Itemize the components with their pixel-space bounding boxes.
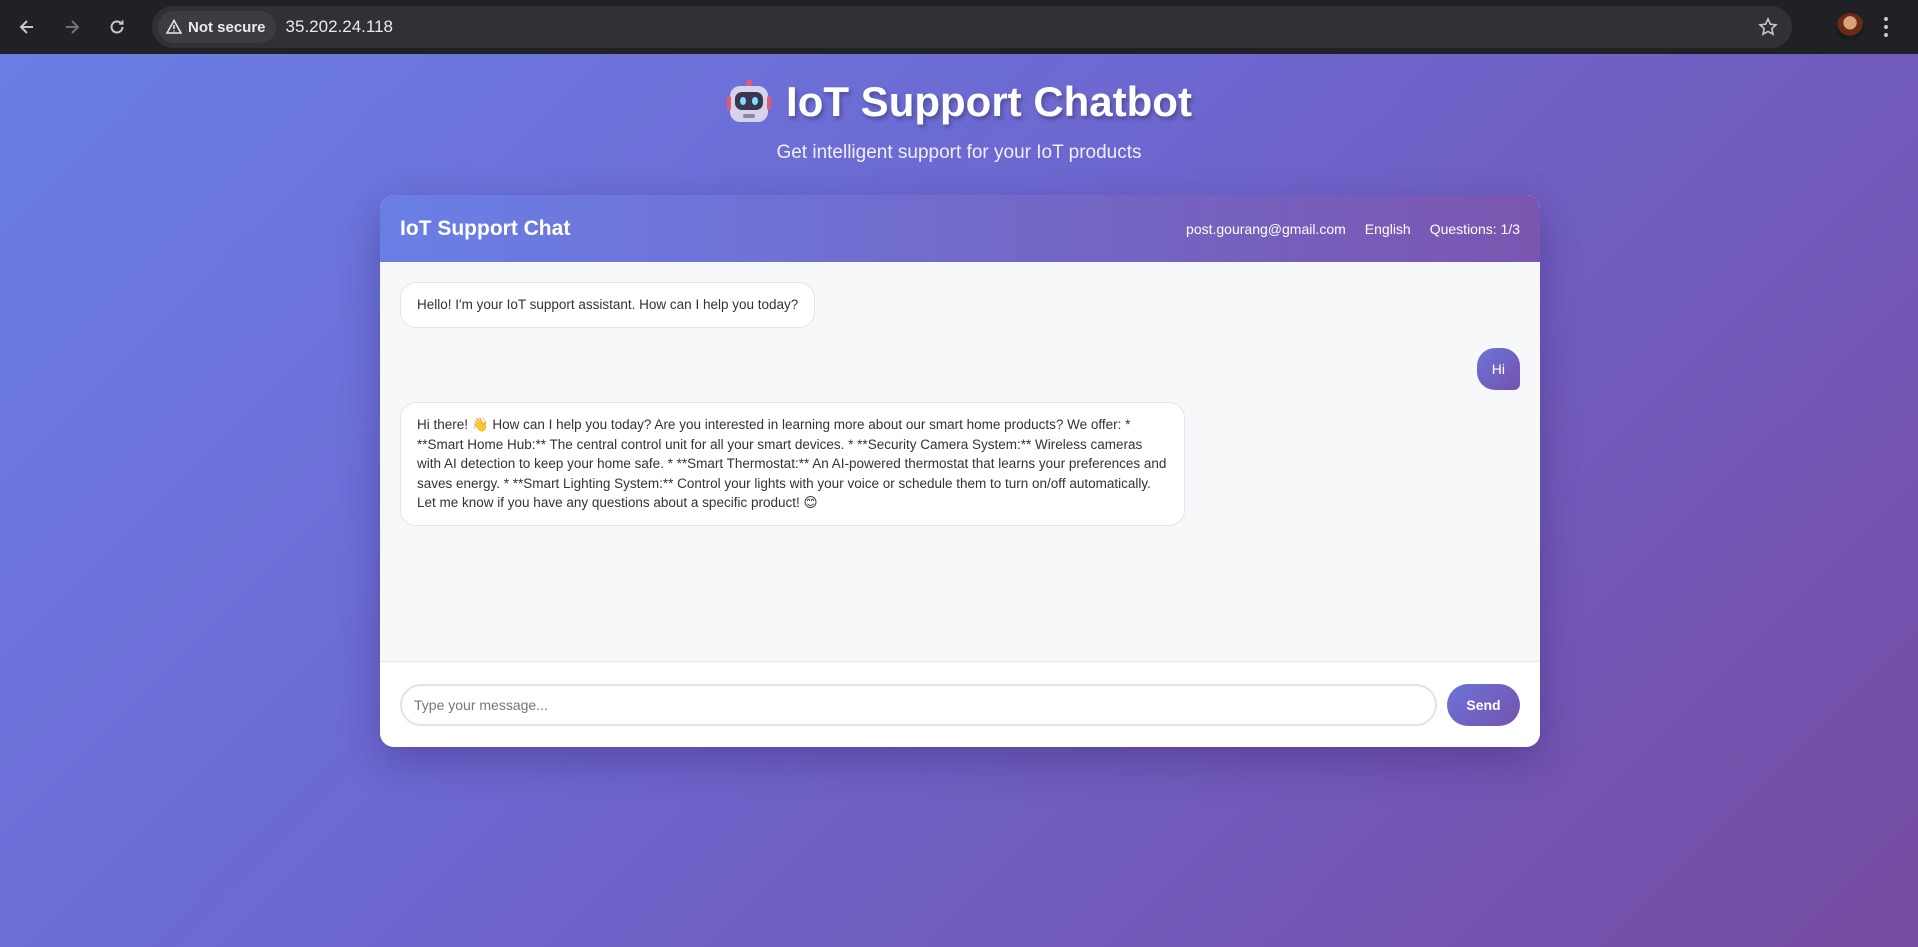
title-row: IoT Support Chatbot bbox=[0, 78, 1918, 126]
user-email: post.gourang@gmail.com bbox=[1186, 220, 1346, 237]
url-text[interactable]: 35.202.24.118 bbox=[286, 17, 393, 37]
page-title: IoT Support Chatbot bbox=[786, 78, 1192, 125]
warning-triangle-icon bbox=[166, 19, 182, 34]
kebab-menu-icon[interactable] bbox=[1882, 15, 1890, 39]
page-subtitle: Get intelligent support for your IoT pro… bbox=[776, 142, 1142, 163]
browser-toolbar: Not secure 35.202.24.118 bbox=[0, 0, 1918, 54]
reload-icon bbox=[110, 20, 124, 34]
chat-title: IoT Support Chat bbox=[400, 216, 571, 240]
chat-input-area: Send bbox=[380, 661, 1540, 747]
bot-message: Hello! I'm your IoT support assistant. H… bbox=[400, 282, 816, 328]
security-label: Not secure bbox=[188, 18, 266, 36]
message-list[interactable]: Hello! I'm your IoT support assistant. H… bbox=[380, 262, 1540, 658]
reload-button[interactable] bbox=[103, 13, 131, 41]
address-bar[interactable]: Not secure 35.202.24.118 bbox=[152, 6, 1792, 48]
language-label: English bbox=[1364, 220, 1411, 237]
page-header: IoT Support Chatbot Get intelligent supp… bbox=[0, 78, 1918, 164]
bookmark-star-icon[interactable] bbox=[1758, 17, 1778, 37]
robot-icon bbox=[727, 80, 772, 122]
chat-window: IoT Support Chat post.gourang@gmail.com … bbox=[380, 195, 1540, 747]
chat-meta: post.gourang@gmail.com English Questions… bbox=[1186, 221, 1520, 237]
back-arrow-icon bbox=[19, 20, 33, 34]
forward-button[interactable] bbox=[58, 13, 86, 41]
chat-header: IoT Support Chat post.gourang@gmail.com … bbox=[380, 195, 1540, 262]
back-button[interactable] bbox=[13, 13, 41, 41]
profile-avatar[interactable] bbox=[1836, 13, 1864, 41]
security-indicator[interactable]: Not secure bbox=[158, 11, 276, 43]
send-button[interactable]: Send bbox=[1447, 683, 1520, 726]
user-message: Hi bbox=[1476, 348, 1520, 390]
bot-message: Hi there! 👋 How can I help you today? Ar… bbox=[400, 402, 1185, 526]
questions-counter: Questions: 1/3 bbox=[1429, 220, 1520, 237]
forward-arrow-icon bbox=[66, 20, 80, 34]
message-input[interactable] bbox=[400, 683, 1437, 726]
